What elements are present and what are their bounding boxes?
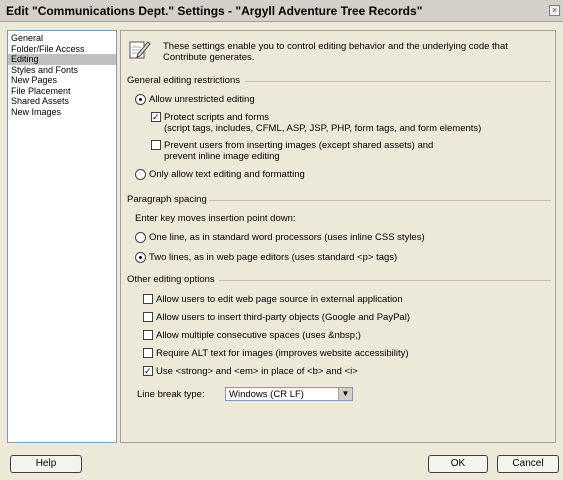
sidebar-item-shared-assets[interactable]: Shared Assets — [8, 96, 116, 107]
edit-source-external-checkbox[interactable] — [143, 294, 153, 304]
strong-em-option[interactable]: Use <strong> and <em> in place of <b> an… — [143, 365, 358, 377]
category-list[interactable]: General Folder/File Access Editing Style… — [7, 30, 117, 443]
sidebar-item-folder-file-access[interactable]: Folder/File Access — [8, 44, 116, 55]
pencil-paper-icon — [129, 41, 151, 59]
sidebar-item-new-pages[interactable]: New Pages — [8, 75, 116, 86]
require-alt-text-option[interactable]: Require ALT text for images (improves we… — [143, 348, 409, 359]
close-icon[interactable]: × — [549, 5, 560, 16]
strong-em-checkbox[interactable] — [143, 365, 153, 377]
title-bar: Edit "Communications Dept." Settings - "… — [0, 0, 563, 22]
section-heading: Paragraph spacing — [127, 194, 207, 205]
one-line-radio[interactable] — [135, 232, 146, 243]
section-heading: General editing restrictions — [127, 75, 240, 86]
help-button[interactable]: Help — [10, 455, 82, 473]
strong-em-label: Use <strong> and <em> in place of <b> an… — [156, 366, 358, 377]
sidebar-item-file-placement[interactable]: File Placement — [8, 86, 116, 97]
window-title: Edit "Communications Dept." Settings - "… — [6, 4, 423, 18]
two-lines-option[interactable]: Two lines, as in web page editors (uses … — [135, 252, 397, 263]
paragraph-spacing-section: Paragraph spacing — [127, 194, 551, 205]
settings-panel: These settings enable you to control edi… — [120, 30, 556, 443]
general-restrictions-section: General editing restrictions — [127, 75, 551, 86]
consecutive-spaces-checkbox[interactable] — [143, 330, 153, 340]
section-divider — [219, 280, 551, 281]
two-lines-label: Two lines, as in web page editors (uses … — [149, 252, 398, 263]
prevent-images-sublabel: prevent inline image editing — [164, 151, 280, 162]
line-break-row: Line break type: Windows (CR LF) ▼ — [137, 387, 367, 403]
line-break-type-select[interactable]: Windows (CR LF) ▼ — [225, 387, 353, 401]
sidebar-item-new-images[interactable]: New Images — [8, 107, 116, 118]
protect-scripts-option[interactable]: Protect scripts and forms (script tags, … — [151, 111, 482, 134]
section-divider — [245, 81, 551, 82]
enter-key-prompt-text: Enter key moves insertion point down: — [135, 213, 296, 224]
edit-source-external-option[interactable]: Allow users to edit web page source in e… — [143, 294, 403, 305]
third-party-objects-label: Allow users to insert third-party object… — [156, 312, 410, 323]
cancel-button[interactable]: Cancel — [497, 455, 559, 473]
sidebar-item-editing[interactable]: Editing — [8, 54, 116, 65]
allow-unrestricted-label: Allow unrestricted editing — [149, 94, 255, 105]
enter-key-prompt: Enter key moves insertion point down: — [135, 213, 296, 224]
line-break-label: Line break type: — [137, 389, 205, 400]
protect-scripts-label: Protect scripts and forms — [164, 112, 270, 123]
third-party-objects-checkbox[interactable] — [143, 312, 153, 322]
require-alt-text-label: Require ALT text for images (improves we… — [156, 348, 409, 359]
one-line-label: One line, as in standard word processors… — [149, 232, 425, 243]
sidebar-item-general[interactable]: General — [8, 33, 116, 44]
chevron-down-icon[interactable]: ▼ — [338, 388, 352, 400]
only-text-option[interactable]: Only allow text editing and formatting — [135, 169, 305, 180]
allow-unrestricted-radio[interactable] — [135, 94, 146, 105]
prevent-images-label: Prevent users from inserting images (exc… — [164, 140, 434, 151]
one-line-option[interactable]: One line, as in standard word processors… — [135, 232, 425, 243]
line-break-type-value: Windows (CR LF) — [229, 389, 304, 400]
allow-unrestricted-option[interactable]: Allow unrestricted editing — [135, 94, 255, 105]
edit-source-external-label: Allow users to edit web page source in e… — [156, 294, 403, 305]
prevent-images-option[interactable]: Prevent users from inserting images (exc… — [151, 140, 433, 162]
ok-button[interactable]: OK — [428, 455, 488, 473]
intro-text: These settings enable you to control edi… — [163, 41, 548, 63]
other-options-section: Other editing options — [127, 274, 551, 285]
section-divider — [209, 200, 551, 201]
intro-line-2: Contribute generates. — [163, 52, 255, 63]
consecutive-spaces-option[interactable]: Allow multiple consecutive spaces (uses … — [143, 330, 361, 341]
section-heading: Other editing options — [127, 274, 215, 285]
sidebar-item-styles-and-fonts[interactable]: Styles and Fonts — [8, 65, 116, 76]
prevent-images-checkbox[interactable] — [151, 140, 161, 150]
require-alt-text-checkbox[interactable] — [143, 348, 153, 358]
only-text-radio[interactable] — [135, 169, 146, 180]
two-lines-radio[interactable] — [135, 252, 146, 263]
third-party-objects-option[interactable]: Allow users to insert third-party object… — [143, 312, 410, 323]
intro-line-1: These settings enable you to control edi… — [163, 41, 508, 52]
protect-scripts-checkbox[interactable] — [151, 111, 161, 123]
only-text-label: Only allow text editing and formatting — [149, 169, 305, 180]
protect-scripts-sublabel: (script tags, includes, CFML, ASP, JSP, … — [164, 123, 482, 134]
consecutive-spaces-label: Allow multiple consecutive spaces (uses … — [156, 330, 361, 341]
